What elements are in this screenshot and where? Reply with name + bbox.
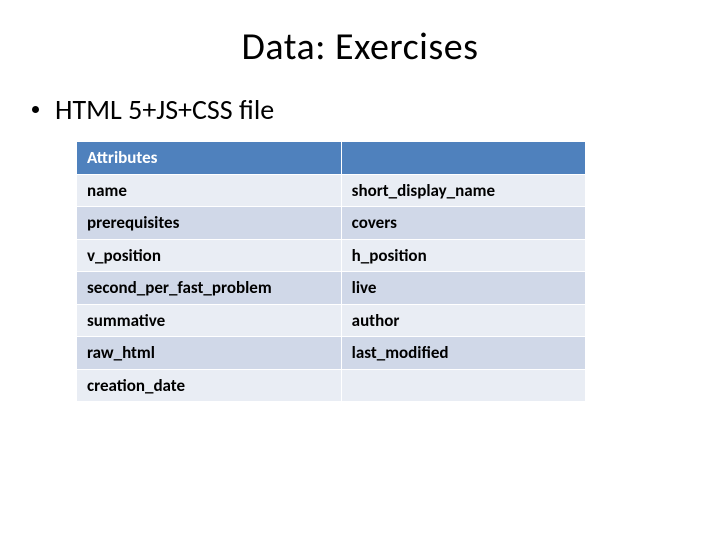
attr-cell: live	[341, 272, 585, 305]
attributes-table: Attributes name short_display_name prere…	[76, 141, 586, 402]
table-header-attributes: Attributes	[77, 142, 342, 175]
bullet-text: HTML 5+JS+CSS file	[55, 92, 274, 127]
attr-cell: h_position	[341, 239, 585, 272]
table-row: v_position h_position	[77, 239, 586, 272]
table-row: raw_html last_modified	[77, 337, 586, 370]
attr-cell: name	[77, 174, 342, 207]
attr-cell: author	[341, 304, 585, 337]
table-row: second_per_fast_problem live	[77, 272, 586, 305]
table-header-row: Attributes	[77, 142, 586, 175]
table-row: prerequisites covers	[77, 207, 586, 240]
attr-cell: raw_html	[77, 337, 342, 370]
attr-cell: last_modified	[341, 337, 585, 370]
attr-cell: creation_date	[77, 369, 342, 402]
attr-cell: covers	[341, 207, 585, 240]
attributes-table-wrap: Attributes name short_display_name prere…	[76, 141, 586, 402]
table-row: name short_display_name	[77, 174, 586, 207]
attr-cell-empty	[341, 369, 585, 402]
slide-title: Data: Exercises	[40, 24, 680, 70]
table-row: summative author	[77, 304, 586, 337]
bullet-item: HTML 5+JS+CSS file	[32, 92, 680, 127]
slide: Data: Exercises HTML 5+JS+CSS file Attri…	[0, 0, 720, 540]
attr-cell: second_per_fast_problem	[77, 272, 342, 305]
attr-cell: prerequisites	[77, 207, 342, 240]
bullet-icon	[32, 106, 39, 113]
attr-cell: v_position	[77, 239, 342, 272]
table-row: creation_date	[77, 369, 586, 402]
attr-cell: short_display_name	[341, 174, 585, 207]
attr-cell: summative	[77, 304, 342, 337]
table-header-blank	[341, 142, 585, 175]
